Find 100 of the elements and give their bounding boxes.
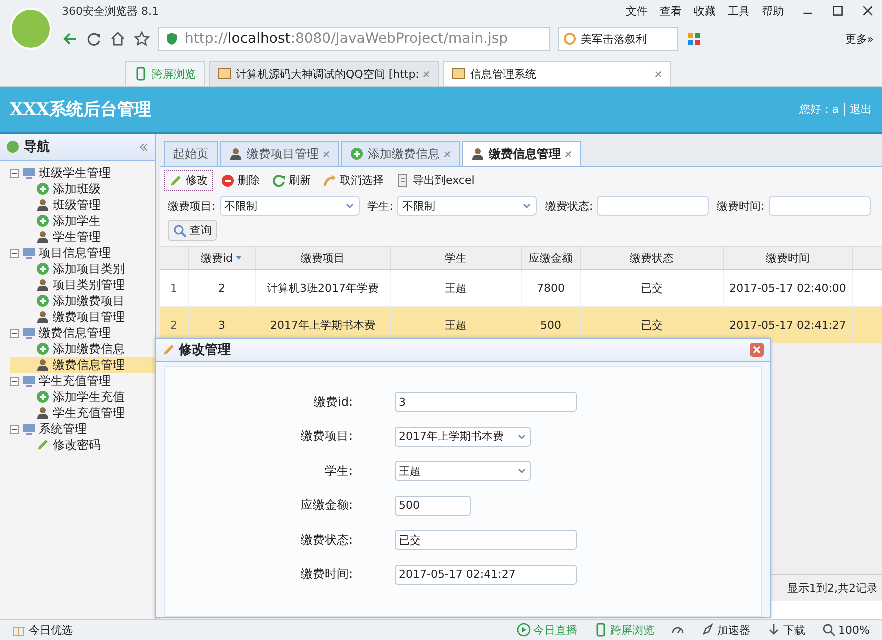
input-field[interactable]: 3 — [395, 392, 577, 412]
select-field[interactable]: 2017年上学期书本费 — [395, 426, 531, 447]
input-field[interactable]: 2017-05-17 02:41:27 — [395, 564, 577, 585]
user-icon — [36, 198, 50, 212]
status-item[interactable]: 加速器 — [700, 622, 751, 638]
minus-box-icon[interactable] — [10, 248, 19, 258]
menu-item[interactable]: 帮助 — [762, 4, 784, 18]
avatar-icon[interactable] — [10, 8, 52, 50]
close-button[interactable] — [750, 343, 764, 357]
tab[interactable]: 添加缴费信息 — [341, 141, 460, 166]
address-bar[interactable]: http://localhost:8080/JavaWebProject/main.jsp — [158, 27, 550, 51]
status-item[interactable]: 下载 — [766, 622, 806, 638]
star-icon[interactable] — [134, 31, 150, 47]
filter-input[interactable] — [597, 196, 710, 216]
toolbar-button[interactable]: 修改 — [164, 170, 213, 191]
tree-item[interactable]: 学生充值管理 — [10, 405, 155, 421]
tree-item[interactable]: 缴费项目管理 — [10, 309, 155, 325]
column-header[interactable]: 学生 — [391, 247, 522, 269]
tree-item[interactable]: 添加缴费信息 — [10, 341, 155, 357]
column-header[interactable]: 缴费项目 — [256, 247, 391, 269]
select-field[interactable]: 王超 — [395, 461, 531, 482]
table-cell: 计算机3班2017年学费 — [267, 280, 379, 296]
status-item[interactable]: 今日优选 — [12, 622, 73, 638]
plus-circle-icon — [350, 147, 364, 161]
tree-item[interactable]: 项目类别管理 — [10, 277, 155, 293]
column-header[interactable]: 缴费状态 — [581, 247, 724, 269]
tab[interactable]: 缴费项目管理 — [220, 141, 339, 166]
chevron-down-icon[interactable] — [344, 201, 355, 211]
phone-icon — [134, 67, 148, 81]
tree-group[interactable]: 缴费信息管理 — [10, 325, 155, 341]
more-link[interactable]: 更多» — [845, 32, 874, 46]
maximize-icon[interactable] — [832, 5, 844, 17]
filter-label: 缴费项目: — [168, 198, 216, 214]
minus-box-icon[interactable] — [10, 328, 19, 338]
computer-icon — [22, 374, 36, 388]
search-icon — [822, 623, 836, 637]
reload-icon[interactable] — [86, 31, 102, 47]
tree-item[interactable]: 修改密码 — [10, 437, 155, 453]
greeting-text: 您好：a — [799, 103, 845, 116]
user-icon — [36, 230, 50, 244]
tree-item[interactable]: 添加学生 — [10, 213, 155, 229]
filter-select[interactable]: 不限制 — [397, 196, 538, 216]
collapse-icon[interactable] — [139, 142, 149, 152]
tab[interactable]: 起始页 — [164, 141, 218, 166]
toolbar-button[interactable]: 删除 — [217, 170, 264, 191]
filter-select[interactable]: 不限制 — [220, 196, 360, 216]
menu-item[interactable]: 文件 — [626, 4, 648, 18]
plus-circle-icon — [36, 294, 50, 308]
minus-box-icon[interactable] — [10, 376, 19, 386]
menu-item[interactable]: 查看 — [660, 4, 682, 18]
curved-arrow-icon — [323, 174, 337, 188]
tree-item[interactable]: 添加项目类别 — [10, 261, 155, 277]
field-label: 缴费状态: — [300, 532, 353, 549]
tree-group[interactable]: 学生充值管理 — [10, 373, 155, 389]
minus-box-icon[interactable] — [10, 168, 19, 178]
tab[interactable]: 缴费信息管理 — [462, 141, 581, 166]
table-cell: 2017-05-17 02:41:27 — [730, 318, 846, 332]
browser-title: 360安全浏览器 8.1 — [62, 4, 159, 18]
column-header[interactable]: 缴费时间 — [724, 247, 853, 269]
table-cell: 7800 — [537, 282, 565, 294]
tree-item[interactable]: 学生管理 — [10, 229, 155, 245]
play-icon — [516, 623, 531, 637]
user-icon — [36, 310, 50, 324]
tree-item[interactable]: 缴费信息管理 — [10, 357, 155, 373]
toolbar-button[interactable]: 刷新 — [268, 170, 315, 191]
zoom-level[interactable]: 100% — [822, 622, 870, 638]
filter-input[interactable] — [768, 196, 871, 216]
tree-item[interactable]: 添加缴费项目 — [10, 293, 155, 309]
tree-group[interactable]: 系统管理 — [10, 421, 155, 437]
shield-icon — [165, 32, 179, 46]
browser-tab[interactable]: 信息管理系统 — [443, 61, 672, 86]
back-icon[interactable] — [62, 31, 78, 47]
sort-down-icon[interactable] — [235, 254, 244, 262]
filter-label: 缴费时间: — [717, 198, 765, 214]
close-icon[interactable] — [862, 5, 874, 17]
browser-tab[interactable]: 计算机源码大神调试的QQ空间 [http: — [209, 61, 440, 86]
toolbar-button[interactable]: 取消选择 — [319, 170, 388, 191]
table-cell: 1 — [170, 282, 178, 294]
query-button[interactable]: 查询 — [168, 220, 217, 241]
minus-box-icon[interactable] — [10, 424, 19, 434]
tree-item[interactable]: 添加学生充值 — [10, 389, 155, 405]
menu-item[interactable]: 收藏 — [694, 4, 716, 18]
tree-item[interactable]: 添加班级 — [10, 181, 155, 197]
tree-group[interactable]: 项目信息管理 — [10, 245, 155, 261]
chevron-down-icon[interactable] — [522, 201, 532, 211]
toolbar-button[interactable]: 导出到excel — [392, 170, 479, 191]
field-label: 应缴金额: — [300, 497, 353, 514]
column-header[interactable]: 缴费id — [189, 247, 256, 269]
tree-group[interactable]: 班级学生管理 — [10, 165, 155, 181]
tree-item[interactable]: 班级管理 — [10, 197, 155, 213]
table-cell: 已交 — [641, 280, 663, 296]
column-header[interactable]: 应缴金额 — [522, 247, 581, 269]
download-icon — [766, 623, 781, 637]
input-field[interactable]: 已交 — [395, 530, 577, 550]
search-field[interactable]: 美军击落叙利 — [558, 27, 678, 51]
input-field[interactable]: 500 — [395, 496, 471, 516]
menu-item[interactable]: 工具 — [728, 4, 750, 18]
home-icon[interactable] — [110, 31, 126, 47]
user-icon — [36, 406, 50, 420]
grid-icon[interactable] — [686, 31, 702, 47]
